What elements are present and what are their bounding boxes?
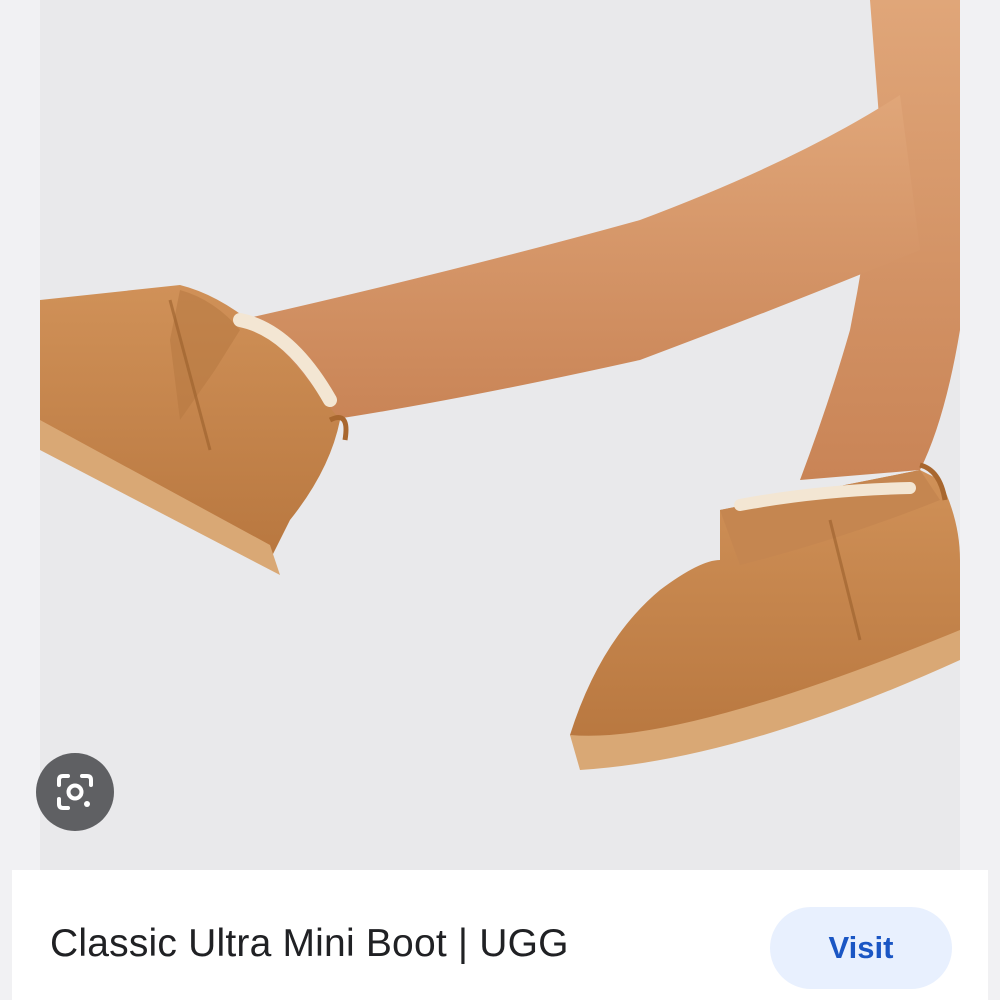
image-result-preview: Classic Ultra Mini Boot | UGG Visit bbox=[0, 0, 1000, 1000]
left-leg bbox=[240, 95, 920, 420]
boots-illustration bbox=[40, 0, 960, 770]
result-info-bar: Classic Ultra Mini Boot | UGG Visit bbox=[12, 870, 988, 1000]
visit-button[interactable]: Visit bbox=[770, 907, 952, 989]
google-lens-button[interactable] bbox=[36, 753, 114, 831]
result-title[interactable]: Classic Ultra Mini Boot | UGG bbox=[50, 922, 569, 966]
right-boot bbox=[570, 462, 960, 770]
product-image[interactable] bbox=[40, 0, 960, 870]
google-lens-icon bbox=[57, 774, 93, 810]
visit-button-label: Visit bbox=[828, 930, 894, 965]
